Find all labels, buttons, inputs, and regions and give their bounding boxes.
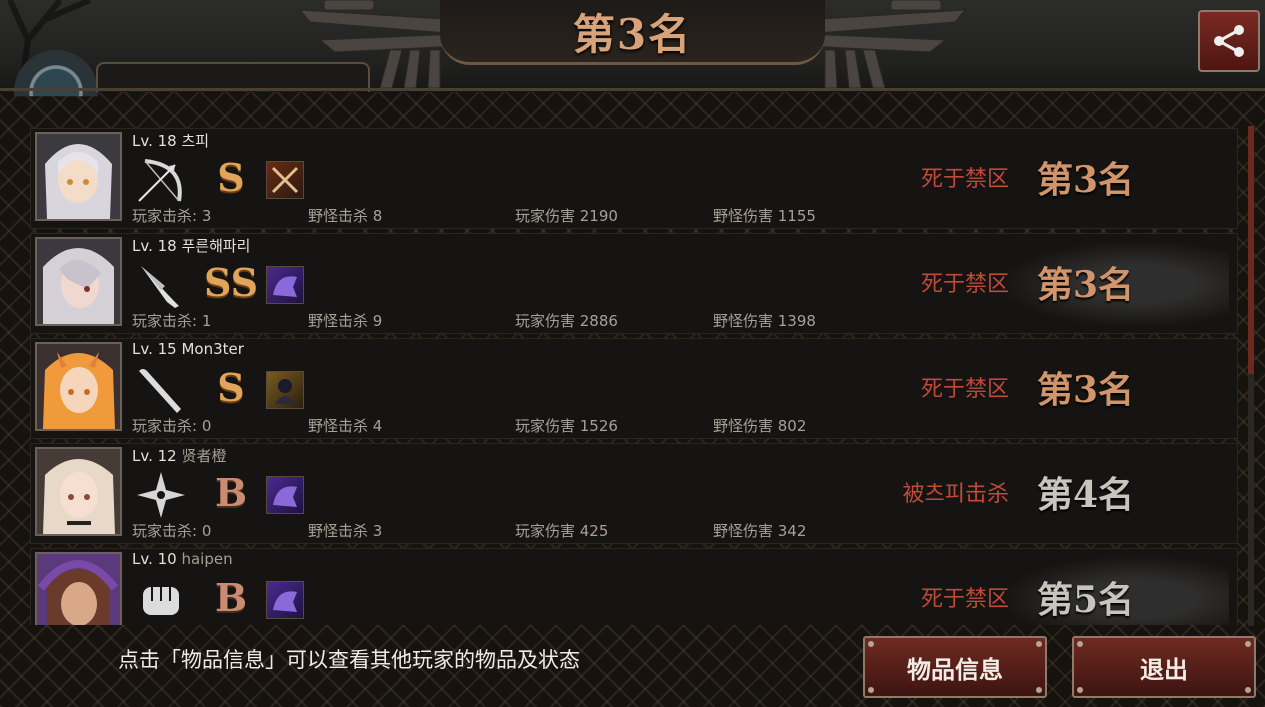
- player-name: Mon3ter: [181, 340, 244, 358]
- player-damage: 玩家伤害 1526: [515, 417, 618, 435]
- monster-kills: 野怪击杀 3: [308, 522, 383, 540]
- purple-creature-item-icon[interactable]: [266, 581, 304, 619]
- rank-title-plate: 第3名: [440, 0, 825, 65]
- bat-icon: [139, 369, 181, 413]
- share-icon: [1214, 25, 1244, 57]
- level-name: Lv. 12 贤者橙: [132, 445, 227, 466]
- right-winged-guns-emblem: [805, 0, 967, 88]
- player-row[interactable]: Lv. 15 Mon3ter S 玩家击杀: 0 野怪击杀 4 玩家伤害 152…: [30, 338, 1238, 439]
- player-row[interactable]: Lv. 12 贤者橙 B 玩家击杀: 0 野怪击杀 3 玩家伤害 425 野怪伤…: [30, 443, 1238, 544]
- player-name: haipen: [181, 550, 233, 568]
- level-name: Lv. 18 푸른해파리: [132, 235, 251, 256]
- player-kills: 玩家击杀: 0: [132, 522, 212, 540]
- top-banner: 第3名: [0, 0, 1265, 97]
- death-reason: 被츠피击杀: [902, 482, 1009, 507]
- grade-badge: B: [214, 470, 248, 515]
- player-rank: 第3名: [1037, 159, 1135, 201]
- share-button[interactable]: [1198, 10, 1260, 72]
- player-rank: 第4名: [1037, 474, 1135, 516]
- exit-button[interactable]: 退出: [1072, 636, 1256, 698]
- grade-badge: S: [217, 155, 245, 200]
- player-kills: 玩家击杀: 0: [132, 417, 212, 435]
- level-name: Lv. 10 haipen: [132, 550, 233, 568]
- crossed-blades-item-icon[interactable]: [266, 161, 304, 199]
- bow-icon: [138, 159, 182, 202]
- item-info-button[interactable]: 物品信息: [863, 636, 1047, 698]
- level-name: Lv. 18 츠피: [132, 130, 209, 151]
- monster-kills: 野怪击杀 4: [308, 417, 383, 435]
- player-name: 츠피: [181, 132, 210, 150]
- monster-damage: 野怪伤害 802: [713, 417, 807, 435]
- grade-badge: SS: [203, 260, 259, 305]
- grade-badge: S: [217, 365, 245, 410]
- knife-icon: [141, 266, 179, 308]
- player-level: Lv. 10: [132, 550, 177, 568]
- player-row[interactable]: Lv. 18 츠피 S 玩家击杀: 3 野怪击杀 8 玩家伤害 2190 野怪伤…: [30, 128, 1238, 229]
- level-name: Lv. 15 Mon3ter: [132, 340, 244, 358]
- player-rank: 第3名: [1037, 369, 1135, 411]
- monster-kills: 野怪击杀 8: [308, 207, 383, 225]
- player-damage: 玩家伤害 2190: [515, 207, 618, 225]
- player-rank: 第5名: [1037, 579, 1135, 621]
- grade-badge: B: [214, 575, 248, 620]
- shuriken-icon: [137, 472, 185, 518]
- player-rank: 第3名: [1037, 264, 1135, 306]
- character-portrait: [35, 237, 122, 326]
- purple-creature-item-icon[interactable]: [266, 266, 304, 304]
- death-reason: 死于禁区: [920, 167, 1009, 192]
- monster-damage: 野怪伤害 1398: [713, 312, 816, 330]
- death-reason: 死于禁区: [920, 377, 1009, 402]
- item-info-button-label: 物品信息: [907, 655, 1003, 684]
- player-name: 푸른해파리: [181, 237, 251, 255]
- player-name: 贤者橙: [181, 447, 227, 465]
- player-level: Lv. 18: [132, 132, 177, 150]
- player-level: Lv. 12: [132, 447, 177, 465]
- hint-text: 点击「物品信息」可以查看其他玩家的物品及状态: [118, 648, 580, 672]
- monster-kills: 野怪击杀 9: [308, 312, 383, 330]
- player-level: Lv. 18: [132, 237, 177, 255]
- player-kills: 玩家击杀: 3: [132, 207, 212, 225]
- death-reason: 死于禁区: [920, 272, 1009, 297]
- player-row[interactable]: Lv. 18 푸른해파리 SS 玩家击杀: 1 野怪击杀 9 玩家伤害 2886…: [30, 233, 1238, 334]
- character-portrait: [35, 132, 122, 221]
- character-portrait: [35, 342, 122, 431]
- player-kills: 玩家击杀: 1: [132, 312, 212, 330]
- monster-damage: 野怪伤害 342: [713, 522, 807, 540]
- header-divider: [0, 88, 1265, 91]
- death-reason: 死于禁区: [920, 587, 1009, 612]
- character-portrait: [35, 552, 122, 625]
- left-winged-guns-emblem: [298, 0, 460, 88]
- character-portrait: [35, 447, 122, 536]
- purple-creature-item-icon[interactable]: [266, 476, 304, 514]
- monster-damage: 野怪伤害 1155: [713, 207, 816, 225]
- fist-icon: [143, 587, 179, 615]
- player-damage: 玩家伤害 425: [515, 522, 609, 540]
- rank-title: 第3名: [572, 9, 693, 59]
- list-scrollbar[interactable]: [1248, 126, 1254, 626]
- player-row[interactable]: Lv. 10 haipen B 死于禁区 第5名: [30, 548, 1238, 625]
- ninja-item-icon[interactable]: [266, 371, 304, 409]
- player-ranking-list[interactable]: Lv. 18 츠피 S 玩家击杀: 3 野怪击杀 8 玩家伤害 2190 野怪伤…: [30, 128, 1240, 625]
- exit-button-label: 退出: [1140, 655, 1188, 684]
- player-level: Lv. 15: [132, 340, 177, 358]
- player-damage: 玩家伤害 2886: [515, 312, 618, 330]
- scrollbar-thumb[interactable]: [1248, 126, 1254, 374]
